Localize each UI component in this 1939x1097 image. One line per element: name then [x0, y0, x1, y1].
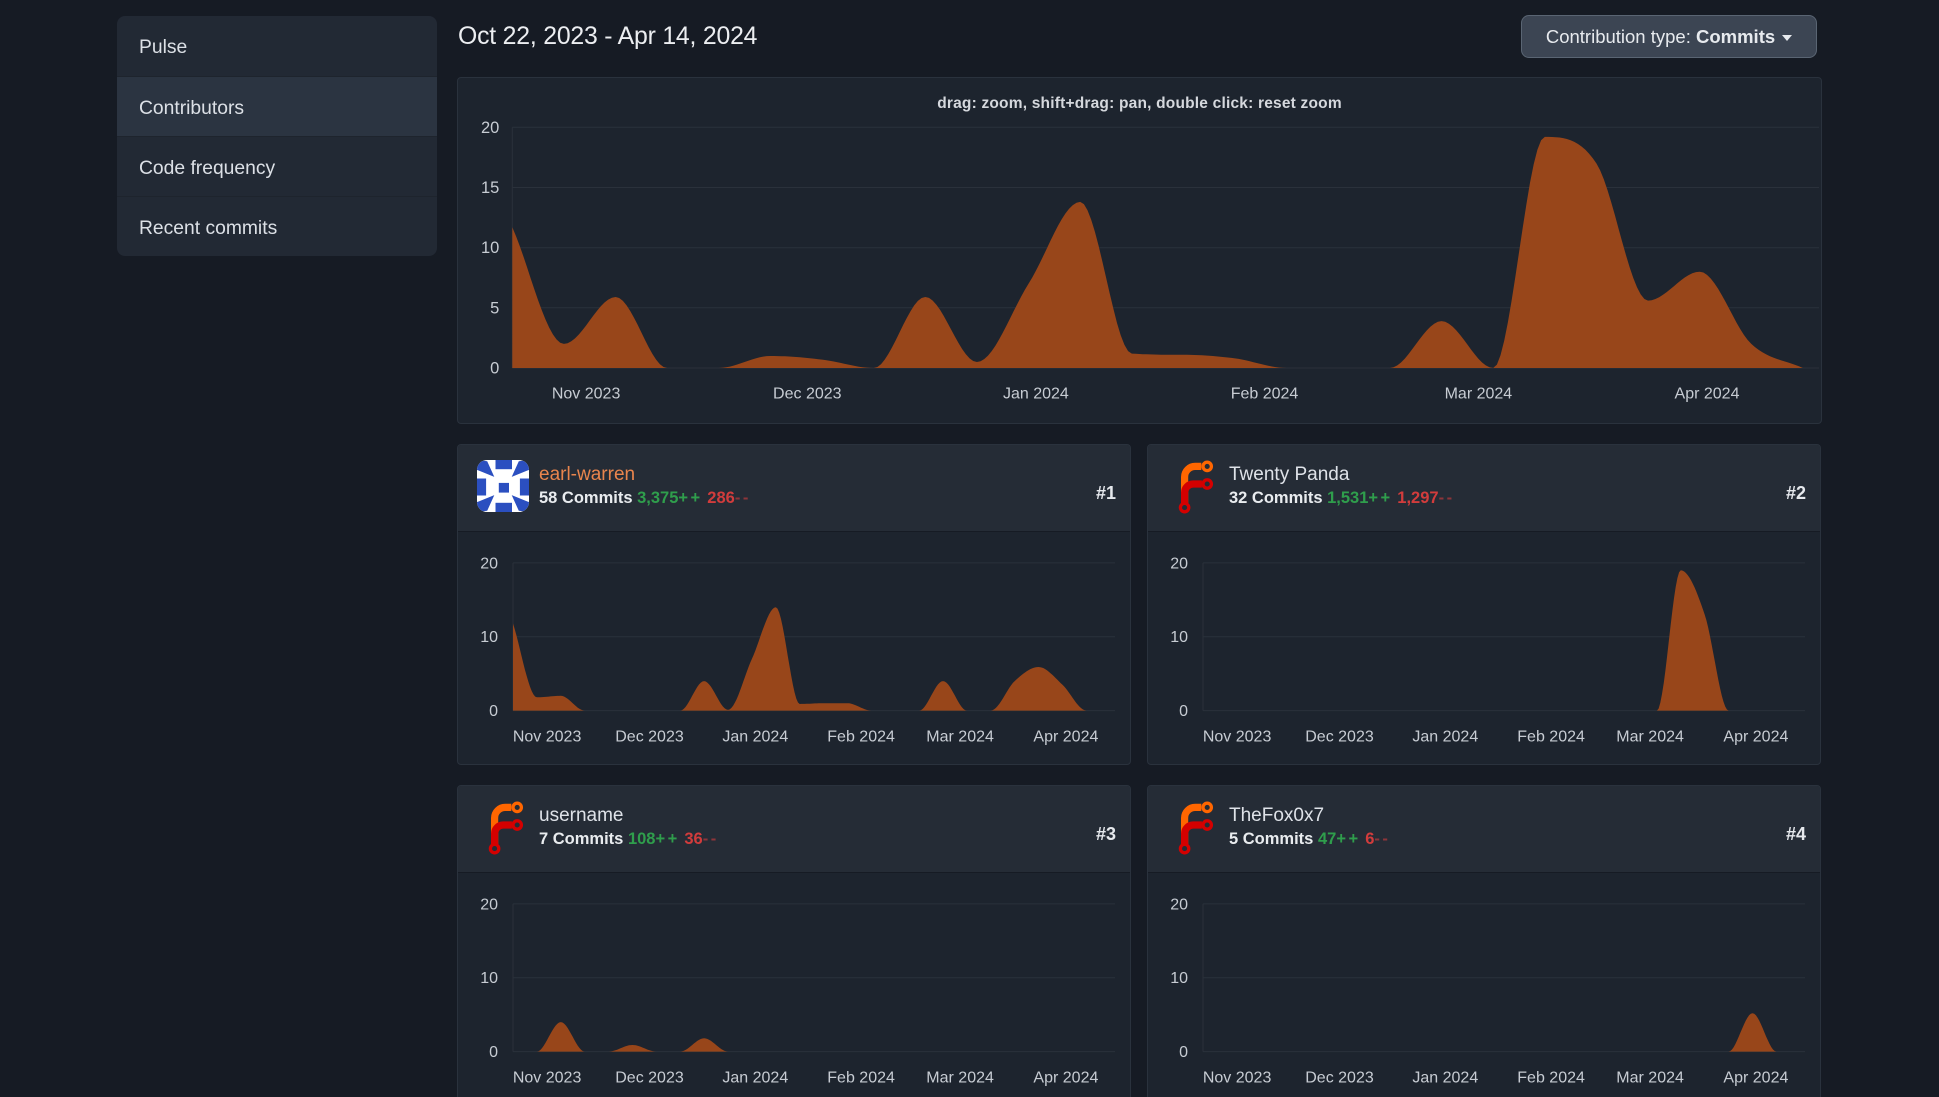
svg-text:20: 20: [1170, 555, 1188, 572]
svg-text:Jan 2024: Jan 2024: [1412, 1070, 1478, 1087]
svg-text:20: 20: [480, 555, 498, 572]
svg-text:Feb 2024: Feb 2024: [827, 1070, 895, 1087]
svg-text:0: 0: [490, 360, 499, 378]
svg-text:20: 20: [481, 119, 499, 137]
svg-text:5: 5: [490, 299, 499, 317]
svg-text:Dec 2023: Dec 2023: [615, 1070, 684, 1087]
svg-text:Dec 2023: Dec 2023: [1305, 1070, 1374, 1087]
svg-text:0: 0: [1179, 703, 1188, 720]
svg-text:Mar 2024: Mar 2024: [1616, 1070, 1684, 1087]
svg-text:Dec 2023: Dec 2023: [773, 386, 842, 403]
svg-text:10: 10: [1170, 970, 1188, 987]
svg-text:Dec 2023: Dec 2023: [1305, 729, 1374, 746]
svg-text:10: 10: [1170, 629, 1188, 646]
svg-text:Feb 2024: Feb 2024: [827, 729, 895, 746]
svg-text:Jan 2024: Jan 2024: [722, 1070, 788, 1087]
svg-text:Feb 2024: Feb 2024: [1517, 1070, 1585, 1087]
svg-text:Apr 2024: Apr 2024: [1723, 729, 1788, 746]
svg-text:Feb 2024: Feb 2024: [1231, 386, 1299, 403]
svg-text:Jan 2024: Jan 2024: [1003, 386, 1069, 403]
svg-text:Jan 2024: Jan 2024: [1412, 729, 1478, 746]
svg-text:10: 10: [481, 239, 499, 257]
svg-text:20: 20: [480, 896, 498, 913]
svg-text:0: 0: [489, 703, 498, 720]
svg-text:10: 10: [480, 970, 498, 987]
svg-text:Feb 2024: Feb 2024: [1517, 729, 1585, 746]
svg-text:Nov 2023: Nov 2023: [1203, 1070, 1272, 1087]
svg-text:20: 20: [1170, 896, 1188, 913]
svg-text:Mar 2024: Mar 2024: [926, 729, 994, 746]
svg-text:Mar 2024: Mar 2024: [926, 1070, 994, 1087]
svg-text:Mar 2024: Mar 2024: [1445, 386, 1513, 403]
svg-text:Apr 2024: Apr 2024: [1723, 1070, 1788, 1087]
svg-text:Nov 2023: Nov 2023: [552, 386, 621, 403]
svg-text:Jan 2024: Jan 2024: [722, 729, 788, 746]
svg-text:Nov 2023: Nov 2023: [513, 729, 582, 746]
svg-text:Nov 2023: Nov 2023: [513, 1070, 582, 1087]
svg-text:Apr 2024: Apr 2024: [1033, 729, 1098, 746]
svg-text:Apr 2024: Apr 2024: [1033, 1070, 1098, 1087]
svg-text:15: 15: [481, 179, 499, 197]
svg-text:Apr 2024: Apr 2024: [1675, 386, 1740, 403]
svg-text:10: 10: [480, 629, 498, 646]
svg-text:0: 0: [1179, 1044, 1188, 1061]
svg-text:Dec 2023: Dec 2023: [615, 729, 684, 746]
svg-text:Mar 2024: Mar 2024: [1616, 729, 1684, 746]
svg-text:0: 0: [489, 1044, 498, 1061]
svg-text:Nov 2023: Nov 2023: [1203, 729, 1272, 746]
